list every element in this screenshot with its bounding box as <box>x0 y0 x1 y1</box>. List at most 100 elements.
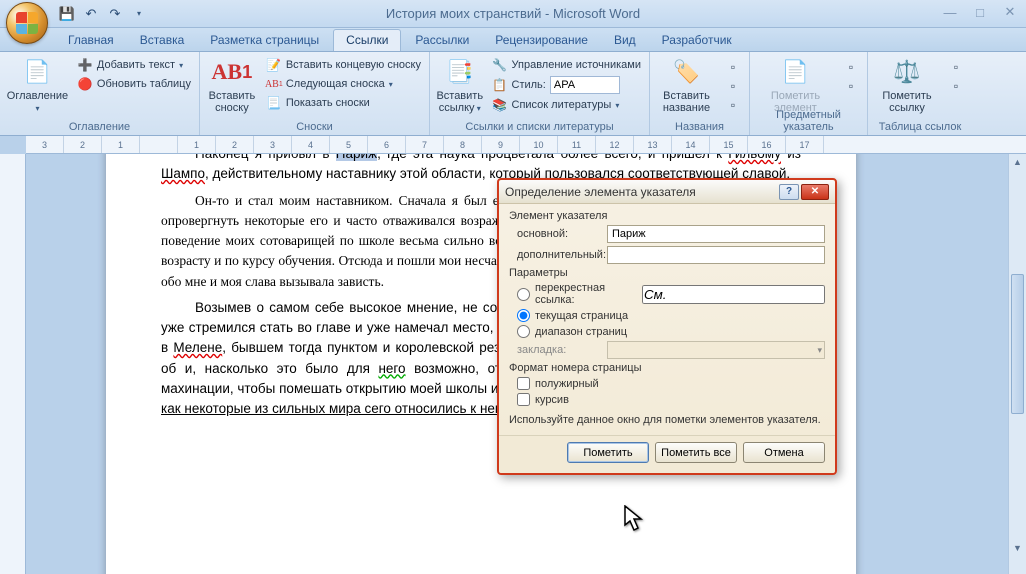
caption-icon: 🏷️ <box>671 56 703 88</box>
mark-citation-label: Пометить ссылку <box>878 90 936 114</box>
main-entry-input[interactable] <box>607 225 825 243</box>
style-combo[interactable] <box>550 76 620 94</box>
scroll-thumb[interactable] <box>1011 274 1024 414</box>
insert-caption-button[interactable]: 🏷️ Вставить название <box>654 54 719 116</box>
index-insert-icon: ▫ <box>843 59 859 75</box>
window-title: История моих странствий - Microsoft Word <box>0 6 1026 21</box>
minimize-icon[interactable]: — <box>940 4 960 20</box>
toc-label: Оглавление <box>7 90 68 114</box>
office-button[interactable] <box>6 2 48 44</box>
dialog-hint-text: Используйте данное окно для пометки элем… <box>509 409 825 431</box>
toa-opt2[interactable]: ▫ <box>944 77 968 95</box>
cross-reference-label: перекрестная ссылка: <box>535 282 637 306</box>
ribbon: 📄 Оглавление ➕Добавить текст 🔴Обновить т… <box>0 52 1026 136</box>
ribbon-tabs: Главная Вставка Разметка страницы Ссылки… <box>0 28 1026 52</box>
bibliography-label: Список литературы <box>512 99 612 111</box>
mark-all-button[interactable]: Пометить все <box>655 442 737 463</box>
insert-endnote-button[interactable]: 📝Вставить концевую сноску <box>262 56 425 74</box>
citation-style-select[interactable]: 📋Стиль: <box>488 75 645 95</box>
current-page-radio[interactable] <box>517 309 530 322</box>
tab-view[interactable]: Вид <box>602 30 648 51</box>
small-doc-icon: ▫ <box>725 59 741 75</box>
options-section-label: Параметры <box>509 267 825 279</box>
index-update-icon: ▫ <box>843 78 859 94</box>
tab-mailings[interactable]: Рассылки <box>403 30 481 51</box>
next-footnote-label: Следующая сноска <box>286 78 385 90</box>
dialog-close-icon[interactable]: ✕ <box>801 184 829 200</box>
tab-references[interactable]: Ссылки <box>333 29 401 51</box>
tab-insert[interactable]: Вставка <box>128 30 197 51</box>
cross-reference-radio[interactable] <box>517 288 530 301</box>
caption-opt1[interactable]: ▫ <box>721 58 745 76</box>
insert-citation-label: Вставить ссылку <box>436 90 483 114</box>
mark-citation-icon: ⚖️ <box>891 56 923 88</box>
citation-icon: 📑 <box>444 56 476 88</box>
index-group-title: Предметный указатель <box>750 109 867 133</box>
mark-entry-icon: 📄 <box>780 56 812 88</box>
title-bar: 💾 ↶ ↷ История моих странствий - Microsof… <box>0 0 1026 28</box>
index-entry-section-label: Элемент указателя <box>509 210 825 222</box>
quick-access-toolbar: 💾 ↶ ↷ <box>56 3 150 25</box>
index-opt1[interactable]: ▫ <box>839 58 863 76</box>
mark-citation-button[interactable]: ⚖️ Пометить ссылку <box>872 54 942 116</box>
small-update-icon: ▫ <box>725 78 741 94</box>
close-icon[interactable]: ✕ <box>1000 4 1020 20</box>
biblio-icon: 📚 <box>492 97 508 113</box>
insert-footnote-button[interactable]: AB1 Вставить сноску <box>204 54 260 116</box>
manage-icon: 🔧 <box>492 57 508 73</box>
cross-reference-input[interactable] <box>642 285 825 304</box>
caption-opt3[interactable]: ▫ <box>721 96 745 114</box>
toc-group-title: Оглавление <box>0 121 199 133</box>
page-format-section-label: Формат номера страницы <box>509 362 825 374</box>
show-notes-icon: 📃 <box>266 95 282 111</box>
save-icon[interactable]: 💾 <box>56 3 78 25</box>
toa-group-title: Таблица ссылок <box>868 121 972 133</box>
tab-developer[interactable]: Разработчик <box>650 30 744 51</box>
mark-button[interactable]: Пометить <box>567 442 649 463</box>
refresh-icon: 🔴 <box>77 76 93 92</box>
italic-label: курсив <box>535 394 569 406</box>
toa-opt1[interactable]: ▫ <box>944 58 968 76</box>
toc-icon: 📄 <box>21 56 53 88</box>
mark-entry-button[interactable]: 📄 Пометить элемент <box>754 54 837 116</box>
scroll-down-icon[interactable]: ▼ <box>1009 540 1026 556</box>
insert-citation-button[interactable]: 📑 Вставить ссылку <box>434 54 486 116</box>
show-notes-button[interactable]: 📃Показать сноски <box>262 94 425 112</box>
ruler-horizontal[interactable]: 3211234567891011121314151617 <box>26 136 1026 154</box>
mark-index-entry-dialog: Определение элемента указателя ? ✕ Элеме… <box>497 178 837 475</box>
caption-opt2[interactable]: ▫ <box>721 77 745 95</box>
footnotes-group-title: Сноски <box>200 121 429 133</box>
tab-review[interactable]: Рецензирование <box>483 30 600 51</box>
scroll-up-icon[interactable]: ▲ <box>1009 154 1026 170</box>
citations-group-title: Ссылки и списки литературы <box>430 121 649 133</box>
toa-update-icon: ▫ <box>948 78 964 94</box>
tab-home[interactable]: Главная <box>56 30 126 51</box>
style-icon: 📋 <box>492 77 508 93</box>
insert-footnote-label: Вставить сноску <box>209 90 256 114</box>
toc-button[interactable]: 📄 Оглавление <box>4 54 71 116</box>
bookmark-combo <box>607 341 825 359</box>
next-footnote-button[interactable]: AB1Следующая сноска <box>262 75 425 93</box>
redo-icon[interactable]: ↷ <box>104 3 126 25</box>
tab-pagelayout[interactable]: Разметка страницы <box>198 30 331 51</box>
ruler-vertical[interactable] <box>0 154 26 574</box>
dialog-help-icon[interactable]: ? <box>779 184 799 200</box>
page-range-radio[interactable] <box>517 325 530 338</box>
dialog-title-text: Определение элемента указателя <box>505 185 696 199</box>
sub-entry-input[interactable] <box>607 246 825 264</box>
manage-sources-button[interactable]: 🔧Управление источниками <box>488 56 645 74</box>
index-opt2[interactable]: ▫ <box>839 77 863 95</box>
qat-customize-icon[interactable] <box>128 3 150 25</box>
maximize-icon[interactable]: □ <box>970 4 990 20</box>
add-text-button[interactable]: ➕Добавить текст <box>73 56 195 74</box>
cancel-button[interactable]: Отмена <box>743 442 825 463</box>
bold-checkbox[interactable] <box>517 377 530 390</box>
italic-checkbox[interactable] <box>517 393 530 406</box>
endnote-icon: 📝 <box>266 57 282 73</box>
update-table-button[interactable]: 🔴Обновить таблицу <box>73 75 195 93</box>
dialog-titlebar[interactable]: Определение элемента указателя ? ✕ <box>499 180 835 204</box>
scrollbar-vertical[interactable]: ▲ ▼ <box>1008 154 1026 574</box>
bibliography-button[interactable]: 📚 Список литературы <box>488 96 645 114</box>
sub-entry-label: дополнительный: <box>509 249 607 261</box>
undo-icon[interactable]: ↶ <box>80 3 102 25</box>
